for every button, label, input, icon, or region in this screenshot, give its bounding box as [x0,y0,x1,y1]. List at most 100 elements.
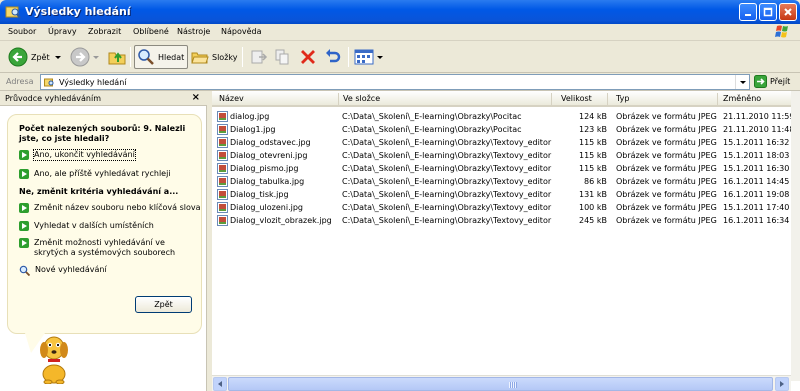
file-row[interactable]: Dialog_tisk.jpg C:\Data\_Skolení\_E-lear… [212,188,792,201]
column-modified[interactable]: Změněno [723,94,761,103]
column-size[interactable]: Velikost [561,94,592,103]
option-finish-search[interactable]: Ano, ukončit vyhledávání [19,149,201,161]
address-dropdown[interactable] [735,75,749,89]
option-new-search[interactable]: Nové vyhledávání [19,265,201,276]
copy-to-button[interactable] [274,45,292,69]
menu-bar: Soubor Úpravy Zobrazit Oblíbené Nástroje… [0,24,800,41]
move-to-button[interactable] [250,45,268,69]
file-size: 124 kB [579,112,607,121]
option-faster-next-time[interactable]: Ano, ale příště vyhledávat rychleji [19,169,201,179]
scrollbar-thumb[interactable] [228,377,773,391]
file-row[interactable]: Dialog_odstavec.jpg C:\Data\_Skolení\_E-… [212,136,792,149]
column-divider[interactable] [338,93,339,105]
forward-button[interactable] [70,45,90,69]
chevron-right-icon [780,381,784,387]
file-row[interactable]: Dialog1.jpg C:\Data\_Skolení\_E-learning… [212,123,795,136]
scroll-left-button[interactable] [213,377,227,391]
menu-soubor[interactable]: Soubor [8,27,36,36]
delete-button[interactable] [299,45,317,69]
search-dog-icon[interactable] [38,328,70,384]
column-folder[interactable]: Ve složce [343,94,380,103]
menu-nastroje[interactable]: Nástroje [177,27,210,36]
address-bar: Adresa Výsledky hledání Přejít [0,73,800,91]
file-folder: C:\Data\_Skolení\_E-learning\Obrazky\Tex… [342,151,552,160]
option-change-filename[interactable]: Změnit název souboru nebo klíčová slova [19,203,201,213]
file-size: 115 kB [579,151,607,160]
file-row[interactable]: dialog.jpg C:\Data\_Skolení\_E-learning\… [212,110,794,123]
file-folder: C:\Data\_Skolení\_E-learning\Obrazky\Poc… [342,125,522,134]
close-button[interactable] [779,3,797,21]
up-folder-button[interactable] [107,45,127,69]
file-modified: 16.1.2011 14:45 [723,177,790,186]
file-row[interactable]: Dialog_tabulka.jpg C:\Data\_Skolení\_E-l… [212,175,792,188]
file-modified: 15.1.2011 17:40 [723,203,790,212]
toolbar-separator [130,47,131,67]
column-name[interactable]: Název [219,94,244,103]
search-pane-title: Průvodce vyhledáváním [5,94,101,103]
file-name: Dialog1.jpg [230,125,276,134]
folders-button[interactable]: Složky [191,45,237,69]
chevron-down-icon [739,80,746,84]
minimize-button[interactable] [739,3,757,21]
windows-logo-icon [775,25,788,38]
option-label: Vyhledat v dalších umístěních [34,221,154,230]
forward-dropdown[interactable] [93,45,99,69]
toolbar-separator [348,47,349,67]
file-row[interactable]: Dialog_vlozit_obrazek.jpg C:\Data\_Skole… [212,214,792,227]
search-companion-pane: Průvodce vyhledáváním × Počet nalezených… [0,91,207,391]
views-button[interactable] [354,45,383,69]
file-modified: 21.11.2010 11:48 [723,125,795,134]
file-row[interactable]: Dialog_ulozeni.jpg C:\Data\_Skolení\_E-l… [212,201,792,214]
window-title: Výsledky hledání [25,5,131,18]
go-label: Přejít [770,77,791,86]
maximize-icon [763,7,773,17]
menu-napoveda[interactable]: Nápověda [221,27,262,36]
horizontal-scrollbar[interactable] [212,375,791,391]
close-pane-icon[interactable]: × [192,92,200,103]
go-button[interactable]: Přejít [754,75,790,88]
pane-back-button[interactable]: Zpět [135,296,192,313]
column-divider[interactable] [607,93,608,105]
option-hidden-system-files[interactable]: Změnit možnosti vyhledávání ve skrytých … [19,238,201,258]
menu-upravy[interactable]: Úpravy [48,27,77,36]
menu-zobrazit[interactable]: Zobrazit [88,27,121,36]
file-folder: C:\Data\_Skolení\_E-learning\Obrazky\Tex… [342,203,552,212]
file-folder: C:\Data\_Skolení\_E-learning\Obrazky\Tex… [342,164,552,173]
file-folder: C:\Data\_Skolení\_E-learning\Obrazky\Tex… [342,138,552,147]
file-name: Dialog_tisk.jpg [230,190,289,199]
column-type[interactable]: Typ [616,94,629,103]
title-bar[interactable]: Výsledky hledání [0,0,800,24]
undo-button[interactable] [324,45,342,69]
option-label: Ano, ale příště vyhledávat rychleji [34,169,171,178]
views-icon [354,49,374,65]
file-folder: C:\Data\_Skolení\_E-learning\Obrazky\Tex… [342,216,552,225]
search-button[interactable]: Hledat [134,45,189,69]
file-name: Dialog_ulozeni.jpg [230,203,304,212]
back-dropdown[interactable] [55,45,61,69]
column-divider[interactable] [551,93,552,105]
file-folder: C:\Data\_Skolení\_E-learning\Obrazky\Tex… [342,190,552,199]
maximize-button[interactable] [759,3,777,21]
green-arrow-icon [19,169,29,179]
file-type: Obrázek ve formátu JPEG [616,112,717,121]
column-divider[interactable] [717,93,718,105]
file-name: Dialog_pismo.jpg [230,164,299,173]
back-button[interactable]: Zpět [8,45,50,69]
menu-oblibene[interactable]: Oblíbené [133,27,169,36]
toolbar: Zpět Hledat Složky [0,41,800,73]
folders-icon [191,52,209,64]
file-row[interactable]: Dialog_otevreni.jpg C:\Data\_Skolení\_E-… [212,149,792,162]
file-size: 115 kB [579,164,607,173]
folder-up-icon [108,52,126,65]
file-size: 100 kB [579,203,607,212]
jpeg-file-icon [217,202,228,213]
scroll-right-button[interactable] [775,377,789,391]
close-icon [784,8,792,16]
option-search-other-locations[interactable]: Vyhledat v dalších umístěních [19,221,201,231]
jpeg-file-icon [217,150,228,161]
address-input[interactable]: Výsledky hledání [40,74,750,90]
vertical-scrollbar[interactable] [791,91,800,381]
file-row[interactable]: Dialog_pismo.jpg C:\Data\_Skolení\_E-lea… [212,162,792,175]
search-icon [19,265,30,276]
search-assistant-bubble: Počet nalezených souborů: 9. Nalezli jst… [7,114,202,334]
